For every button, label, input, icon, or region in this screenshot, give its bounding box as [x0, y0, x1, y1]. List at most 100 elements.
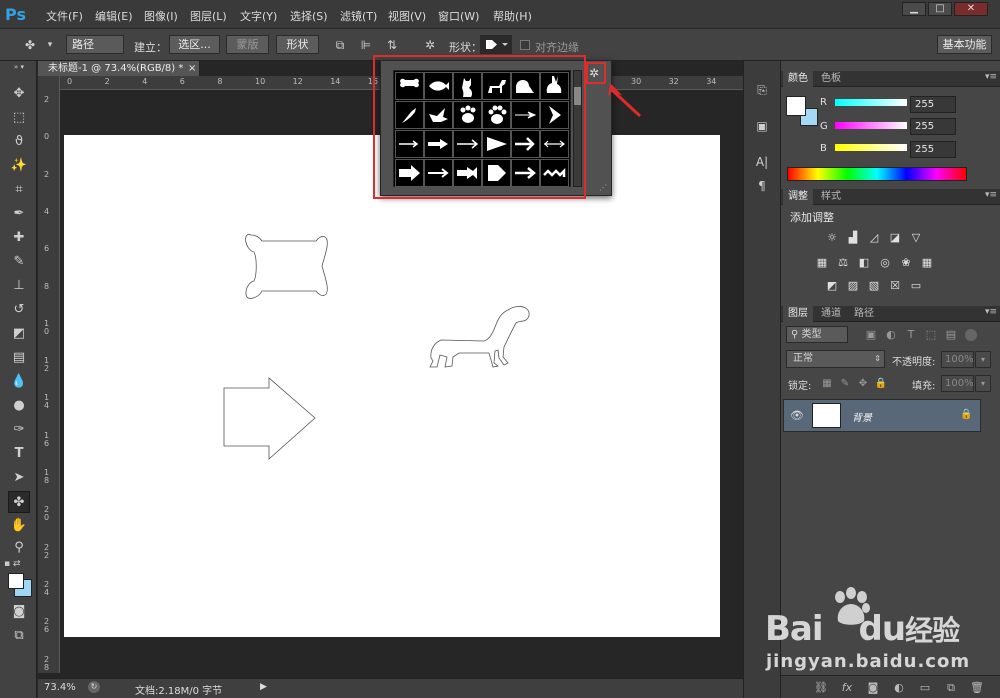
curves-adjustment-icon[interactable]: ◿: [866, 231, 882, 245]
filter-toggle[interactable]: [965, 329, 977, 341]
blur-tool-icon[interactable]: 💧: [8, 371, 30, 393]
lasso-tool-icon[interactable]: ϑ: [8, 131, 30, 153]
marquee-tool-icon[interactable]: ⬚: [8, 107, 30, 129]
selective-color-adjustment-icon[interactable]: ☒: [887, 279, 903, 293]
exposure-adjustment-icon[interactable]: ◪: [887, 231, 903, 245]
eyedropper-tool-icon[interactable]: ✒: [8, 203, 30, 225]
lock-image-icon[interactable]: ✎: [837, 377, 853, 391]
menu-window[interactable]: 窗口(W): [438, 8, 479, 24]
close-document-icon[interactable]: ×: [188, 61, 196, 76]
threshold-adjustment-icon[interactable]: ▧: [866, 279, 882, 293]
layer-filter-select[interactable]: ⚲ 类型: [786, 326, 848, 343]
history-panel-icon[interactable]: ⎘: [751, 79, 773, 101]
filter-adjustment-icon[interactable]: ◐: [883, 328, 899, 342]
collapse-toolbox-icon[interactable]: » ▾: [8, 63, 30, 71]
history-brush-tool-icon[interactable]: ↺: [8, 299, 30, 321]
settings-gear-icon[interactable]: ✲: [422, 37, 438, 53]
tab-color[interactable]: 颜色: [783, 71, 813, 87]
color-panel-foreground-swatch[interactable]: [786, 96, 806, 116]
layer-visibility-eye-icon[interactable]: 👁: [790, 409, 804, 422]
adjustments-panel-menu-icon[interactable]: ▾≡: [985, 190, 997, 200]
path-operations-icon[interactable]: ⧉: [332, 37, 348, 53]
color-lookup-adjustment-icon[interactable]: ▦: [919, 256, 935, 270]
tool-mode-select[interactable]: 路径: [66, 35, 124, 54]
dodge-tool-icon[interactable]: ●: [8, 395, 30, 417]
opacity-dropdown-icon[interactable]: ▾: [975, 351, 991, 368]
minimize-button[interactable]: ▁: [902, 2, 926, 16]
tool-preset-dropdown-icon[interactable]: ▾: [42, 37, 58, 53]
blue-channel-value[interactable]: 255: [910, 141, 956, 158]
menu-type[interactable]: 文字(Y): [240, 8, 277, 24]
layers-panel-menu-icon[interactable]: ▾≡: [985, 307, 997, 317]
color-balance-adjustment-icon[interactable]: ⚖: [835, 256, 851, 270]
resize-handle-icon[interactable]: ⋰: [599, 183, 607, 192]
document-tab[interactable]: 未标题-1 @ 73.4%(RGB/8) * ×: [38, 61, 200, 76]
channel-mixer-adjustment-icon[interactable]: ❀: [898, 256, 914, 270]
gradient-map-adjustment-icon[interactable]: ▭: [908, 279, 924, 293]
color-panel-menu-icon[interactable]: ▾≡: [985, 72, 997, 82]
magic-wand-tool-icon[interactable]: ✨: [8, 155, 30, 177]
black-white-adjustment-icon[interactable]: ◧: [856, 256, 872, 270]
filter-type-icon[interactable]: T: [903, 328, 919, 342]
tab-styles[interactable]: 样式: [816, 189, 846, 205]
move-tool-icon[interactable]: ✥: [8, 83, 30, 105]
hue-saturation-adjustment-icon[interactable]: ▦: [814, 256, 830, 270]
path-alignment-icon[interactable]: ⊫: [358, 37, 374, 53]
filter-pixel-icon[interactable]: ▣: [863, 328, 879, 342]
make-shape-button[interactable]: 形状: [276, 35, 319, 54]
menu-view[interactable]: 视图(V): [388, 8, 426, 24]
type-tool-icon[interactable]: T: [8, 443, 30, 465]
pen-tool-icon[interactable]: ✑: [8, 419, 30, 441]
status-menu-arrow-icon[interactable]: ▶: [260, 682, 267, 692]
eraser-tool-icon[interactable]: ◩: [8, 323, 30, 345]
align-edges-checkbox[interactable]: [520, 40, 530, 50]
brightness-adjustment-icon[interactable]: ☼: [824, 231, 840, 245]
menu-layer[interactable]: 图层(L): [190, 8, 227, 24]
blue-channel-slider[interactable]: [835, 144, 907, 151]
menu-help[interactable]: 帮助(H): [493, 8, 532, 24]
zoom-tool-icon[interactable]: ⚲: [8, 537, 30, 559]
menu-file[interactable]: 文件(F): [46, 8, 83, 24]
levels-adjustment-icon[interactable]: ▟: [845, 231, 861, 245]
paragraph-panel-icon[interactable]: ¶: [751, 175, 773, 197]
layer-row-background[interactable]: 👁 背景 🔒: [783, 399, 981, 432]
tab-paths[interactable]: 路径: [849, 306, 879, 322]
layer-name[interactable]: 背景: [852, 409, 872, 424]
fill-dropdown-icon[interactable]: ▾: [975, 375, 991, 392]
screen-mode-icon[interactable]: ⧉: [8, 625, 30, 647]
make-selection-button[interactable]: 选区...: [169, 35, 220, 54]
character-panel-icon[interactable]: A|: [751, 151, 773, 173]
red-channel-value[interactable]: 255: [910, 96, 956, 113]
color-spectrum-bar[interactable]: [787, 167, 967, 181]
tab-layers[interactable]: 图层: [783, 306, 813, 322]
canvas[interactable]: [64, 135, 720, 637]
shape-picker-button[interactable]: [480, 35, 512, 54]
blend-mode-select[interactable]: 正常 ⇕: [786, 350, 885, 368]
close-window-button[interactable]: ✕: [954, 2, 988, 16]
green-channel-value[interactable]: 255: [910, 118, 956, 135]
foreground-color-swatch[interactable]: [8, 573, 24, 589]
tab-channels[interactable]: 通道: [816, 306, 846, 322]
path-selection-tool-icon[interactable]: ➤: [8, 467, 30, 489]
quick-mask-icon[interactable]: ◙: [8, 601, 30, 623]
fill-value[interactable]: 100%: [941, 375, 974, 392]
menu-edit[interactable]: 编辑(E): [95, 8, 133, 24]
custom-shape-tool-icon[interactable]: ✤: [22, 37, 38, 53]
opacity-value[interactable]: 100%: [941, 351, 974, 368]
status-info-icon[interactable]: ↻: [88, 681, 100, 693]
posterize-adjustment-icon[interactable]: ▨: [845, 279, 861, 293]
lock-position-icon[interactable]: ✥: [855, 377, 871, 391]
path-arrangement-icon[interactable]: ⇅: [384, 37, 400, 53]
filter-smart-object-icon[interactable]: ▤: [943, 328, 959, 342]
lock-all-icon[interactable]: 🔒: [873, 377, 889, 391]
lock-transparent-icon[interactable]: ▦: [819, 377, 835, 391]
menu-select[interactable]: 选择(S): [290, 8, 328, 24]
properties-panel-icon[interactable]: ▣: [751, 115, 773, 137]
healing-tool-icon[interactable]: ✚: [8, 227, 30, 249]
tab-swatches[interactable]: 色板: [816, 71, 846, 87]
maximize-button[interactable]: □: [928, 2, 952, 16]
default-colors-icon[interactable]: ▪ ⇄: [4, 559, 32, 571]
red-channel-slider[interactable]: [835, 99, 907, 106]
brush-tool-icon[interactable]: ✎: [8, 251, 30, 273]
zoom-readout[interactable]: 73.4%: [44, 682, 76, 693]
